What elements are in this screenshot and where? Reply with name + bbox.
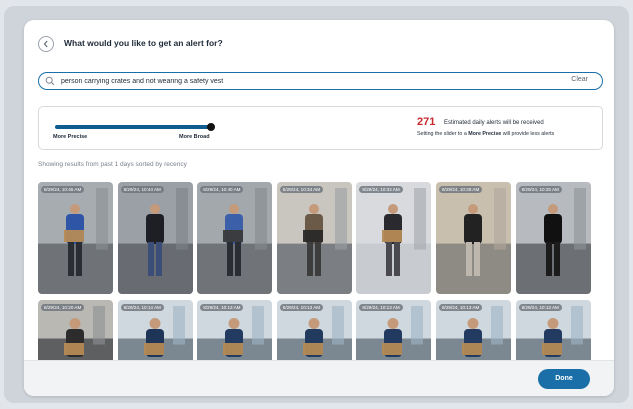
thumbnail-timestamp: 8/29/24, 10:14 AM	[120, 304, 164, 311]
alert-hint-suffix: will provide less alerts	[501, 131, 555, 137]
slider-label-broad: More Broad	[179, 134, 210, 140]
alert-count-text: Estimated daily alerts will be received	[444, 120, 544, 126]
thumbnail-timestamp: 8/29/24, 10:28 AM	[439, 186, 483, 193]
camera-frame	[436, 182, 511, 294]
clear-button[interactable]: Clear	[571, 76, 588, 83]
result-thumbnail[interactable]: 8/29/24, 10:32 AM	[356, 182, 432, 294]
sensitivity-card: More Precise More Broad 271 Estimated da…	[38, 106, 603, 150]
thumbnail-timestamp: 8/29/24, 10:45 AM	[41, 186, 85, 193]
thumbnail-timestamp: 8/29/24, 10:40 AM	[200, 186, 244, 193]
back-button[interactable]	[38, 36, 54, 52]
thumbnail-timestamp: 8/29/24, 10:44 AM	[120, 186, 164, 193]
alert-hint-prefix: Setting the slider to a	[417, 131, 469, 137]
camera-frame	[356, 182, 432, 294]
result-thumbnail[interactable]: 8/29/24, 10:34 AM	[276, 182, 352, 294]
results-info: Showing results from past 1 days sorted …	[38, 161, 187, 168]
result-thumbnail[interactable]: 8/29/24, 10:40 AM	[197, 182, 273, 294]
search-input[interactable]	[61, 75, 521, 87]
sensitivity-slider-track[interactable]	[55, 123, 215, 131]
result-thumbnail[interactable]: 8/29/24, 10:45 AM	[38, 182, 113, 294]
thumbnail-timestamp: 8/29/24, 10:13 AM	[359, 304, 403, 311]
slider-label-precise: More Precise	[53, 134, 88, 140]
footer-bar: Done	[24, 360, 614, 396]
done-button[interactable]: Done	[538, 369, 590, 389]
thumbnail-timestamp: 8/29/24, 10:13 AM	[439, 304, 483, 311]
sensitivity-slider-handle[interactable]	[207, 123, 215, 131]
thumbnail-timestamp: 8/29/24, 10:34 AM	[279, 186, 324, 193]
camera-frame	[276, 182, 352, 294]
alert-hint-emphasis: More Precise	[468, 131, 502, 137]
alert-setup-panel: What would you like to get an alert for?…	[24, 20, 614, 396]
result-thumbnail[interactable]: 8/29/24, 10:25 AM	[515, 182, 591, 294]
chevron-left-icon	[43, 40, 48, 48]
result-thumbnail[interactable]: 8/29/24, 10:44 AM	[117, 182, 193, 294]
search-box: Clear	[38, 72, 603, 90]
page-title: What would you like to get an alert for?	[64, 38, 223, 48]
thumbnail-timestamp: 8/29/24, 10:20 AM	[41, 304, 85, 311]
thumbnail-timestamp: 8/29/24, 10:25 AM	[518, 186, 562, 193]
search-icon	[45, 76, 55, 86]
camera-frame	[515, 182, 591, 294]
camera-frame	[197, 182, 273, 294]
camera-frame	[117, 182, 193, 294]
result-thumbnail[interactable]: 8/29/24, 10:28 AM	[436, 182, 511, 294]
alert-count: 271	[417, 116, 436, 128]
thumbnail-timestamp: 8/29/24, 10:13 AM	[200, 304, 244, 311]
thumbnail-timestamp: 8/29/24, 10:13 AM	[279, 304, 324, 311]
camera-frame	[38, 182, 113, 294]
thumbnail-timestamp: 8/29/24, 10:32 AM	[359, 186, 403, 193]
alert-hint: Setting the slider to a More Precise wil…	[417, 131, 554, 137]
thumbnail-timestamp: 8/29/24, 10:13 AM	[518, 304, 562, 311]
